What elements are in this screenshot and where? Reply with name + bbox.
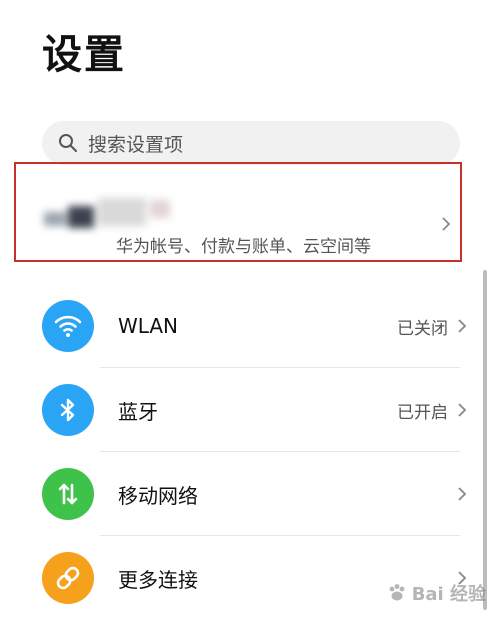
paw-icon	[389, 584, 405, 601]
link-icon	[42, 552, 94, 604]
setting-row-more-connections[interactable]: 更多连接	[0, 536, 470, 620]
account-subtitle: 华为帐号、付款与账单、云空间等	[116, 237, 371, 257]
chevron-right-icon	[458, 487, 467, 501]
setting-status: 已开启	[397, 402, 448, 423]
page-title: 设置	[42, 32, 126, 78]
chevron-right-icon	[458, 403, 467, 417]
search-placeholder: 搜索设置项	[88, 133, 184, 156]
setting-label: WLAN	[118, 314, 179, 338]
setting-label: 移动网络	[118, 483, 198, 508]
bluetooth-icon	[42, 384, 94, 436]
search-bar[interactable]: 搜索设置项	[42, 121, 460, 165]
setting-label: 蓝牙	[118, 399, 158, 424]
chevron-right-icon	[458, 319, 467, 333]
blurred-account-name	[40, 194, 180, 234]
setting-row-mobile-network[interactable]: 移动网络	[0, 452, 470, 536]
setting-row-wlan[interactable]: WLAN 已关闭	[0, 284, 470, 368]
setting-row-bluetooth[interactable]: 蓝牙 已开启	[0, 368, 470, 452]
wifi-icon	[42, 300, 94, 352]
setting-status: 已关闭	[397, 318, 448, 339]
watermark-text: Bai 经验	[411, 584, 486, 605]
chevron-right-icon	[442, 217, 451, 231]
settings-list: WLAN 已关闭 蓝牙 已开启 移动网络 更多连接	[0, 284, 470, 620]
baidu-watermark: Bai 经验	[386, 580, 486, 606]
account-card[interactable]: 华为帐号、付款与账单、云空间等	[14, 162, 462, 262]
mobile-data-icon	[42, 468, 94, 520]
scrollbar[interactable]	[483, 270, 487, 610]
search-icon	[59, 134, 77, 152]
